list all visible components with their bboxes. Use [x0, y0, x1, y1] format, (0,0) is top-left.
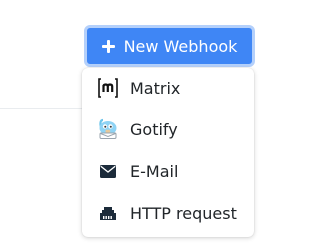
menu-item-gotify[interactable]: Gotify: [82, 111, 254, 147]
new-webhook-label: New Webhook: [123, 36, 238, 56]
webhook-type-menu: Matrix Gotify E-Mail HTTP request: [82, 68, 254, 237]
menu-item-label: E-Mail: [130, 161, 179, 181]
matrix-logo-icon: [96, 76, 120, 100]
menu-item-matrix[interactable]: Matrix: [82, 70, 254, 106]
envelope-icon: [96, 159, 120, 183]
menu-item-http-request[interactable]: HTTP request: [82, 195, 254, 231]
gotify-logo-icon: [96, 117, 120, 141]
menu-item-email[interactable]: E-Mail: [82, 153, 254, 189]
ethernet-icon: [96, 201, 120, 225]
divider: [0, 108, 82, 109]
menu-item-label: Matrix: [130, 78, 181, 98]
menu-item-label: HTTP request: [130, 203, 237, 223]
menu-item-label: Gotify: [130, 119, 178, 139]
new-webhook-button[interactable]: New Webhook: [84, 25, 255, 67]
page: New Webhook Matrix Gotify E-Mail HTTP re…: [0, 0, 262, 249]
plus-icon: [101, 39, 115, 53]
